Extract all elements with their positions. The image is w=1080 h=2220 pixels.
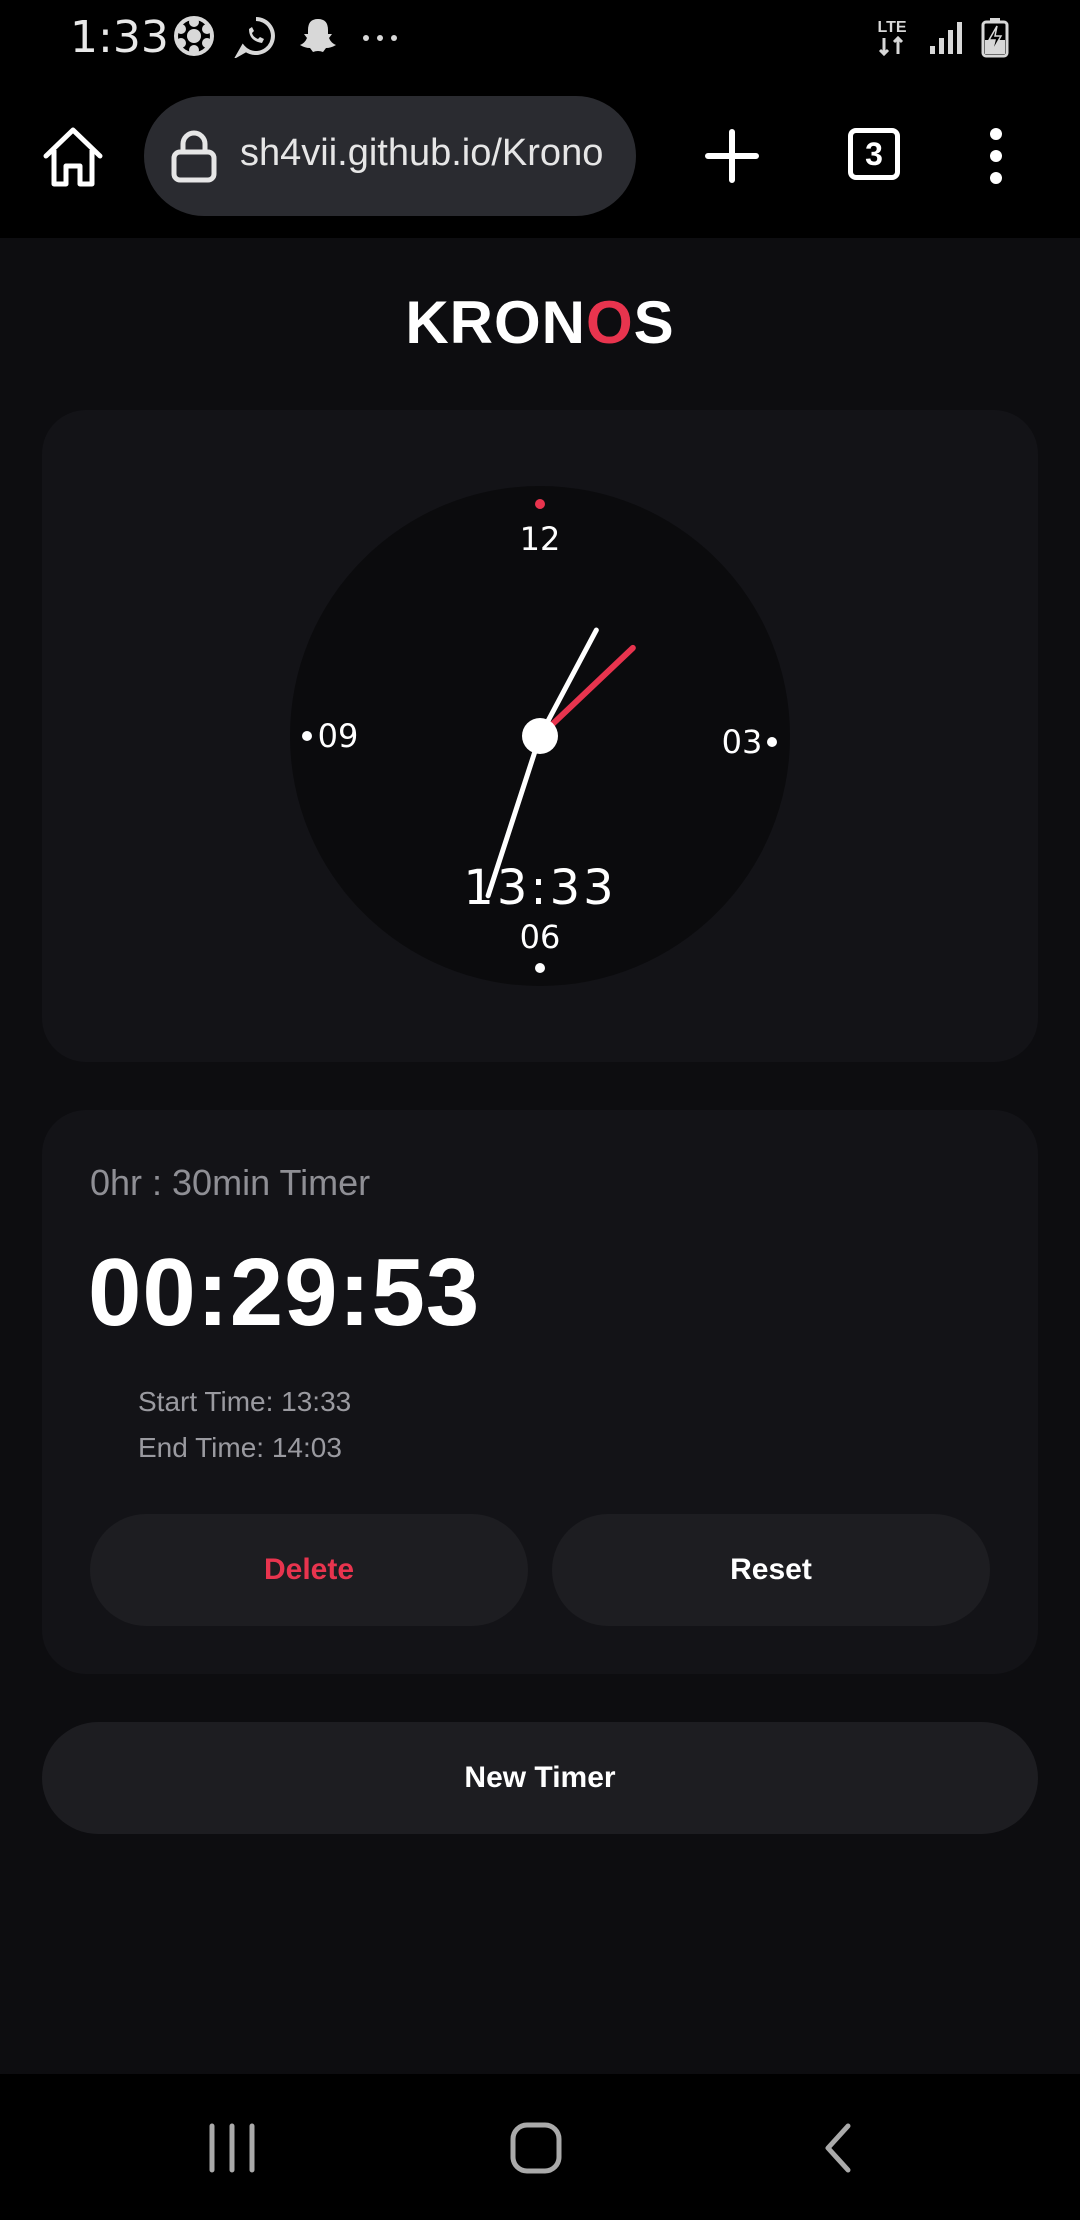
system-nav-bar — [0, 2074, 1080, 2220]
notification-icons — [172, 14, 402, 58]
more-dots-icon — [363, 35, 397, 41]
url-text: sh4vii.github.io/Krono — [240, 132, 604, 174]
asterisk-badge-icon — [174, 16, 214, 56]
timer-countdown: 00:29:53 — [88, 1239, 481, 1346]
marker-06 — [535, 963, 545, 973]
new-tab-icon[interactable] — [704, 128, 760, 184]
timer-label: 0hr : 30min Timer — [90, 1162, 371, 1203]
address-bar[interactable]: sh4vii.github.io/Krono — [144, 96, 636, 216]
whatsapp-icon — [234, 17, 275, 58]
reset-button[interactable]: Reset — [552, 1514, 990, 1626]
end-time: End Time: 14:03 — [138, 1432, 342, 1463]
app-title-prefix: KRON — [405, 289, 586, 356]
analog-clock-card: 12 03 06 09 13:33 — [42, 410, 1038, 1062]
page-content: KRONOS 12 03 06 09 13:33 0hr : 30min Tim… — [0, 238, 1080, 2074]
analog-clock: 12 03 06 09 13:33 — [290, 486, 790, 986]
app-title-suffix: S — [633, 289, 675, 356]
status-time: 1:33 — [70, 12, 169, 63]
new-timer-button[interactable]: New Timer — [42, 1722, 1038, 1834]
clock-label-12: 12 — [520, 520, 561, 558]
timer-card: 0hr : 30min Timer 00:29:53 Start Time: 1… — [42, 1110, 1038, 1674]
clock-label-03: 03 — [722, 723, 763, 761]
app-title-accent: O — [585, 289, 634, 356]
lte-icon: LTE — [877, 19, 907, 57]
battery-charging-icon — [981, 18, 1009, 58]
home-icon[interactable] — [508, 2120, 564, 2176]
lte-label: LTE — [877, 19, 906, 36]
status-bar: 1:33 LTE — [0, 0, 1080, 76]
marker-03 — [767, 737, 777, 747]
clock-center — [522, 718, 558, 754]
lock-icon — [171, 130, 217, 183]
delete-button[interactable]: Delete — [90, 1514, 528, 1626]
browser-home-icon[interactable] — [38, 122, 108, 192]
signal-icon — [930, 22, 962, 54]
recent-apps-icon[interactable] — [204, 2122, 260, 2174]
marker-12 — [535, 499, 545, 509]
start-time: Start Time: 13:33 — [138, 1386, 352, 1417]
marker-09 — [302, 731, 312, 741]
status-right-icons: LTE — [872, 16, 1010, 60]
back-icon[interactable] — [818, 2122, 858, 2174]
tab-switcher-button[interactable]: 3 — [848, 128, 900, 180]
app-title: KRONOS — [0, 288, 1080, 357]
digital-time: 13:33 — [463, 860, 616, 916]
snapchat-icon — [300, 19, 336, 52]
clock-label-06: 06 — [520, 918, 561, 956]
browser-toolbar: sh4vii.github.io/Krono 3 — [0, 76, 1080, 238]
clock-label-09: 09 — [318, 717, 359, 755]
browser-menu-icon[interactable] — [978, 124, 1014, 188]
